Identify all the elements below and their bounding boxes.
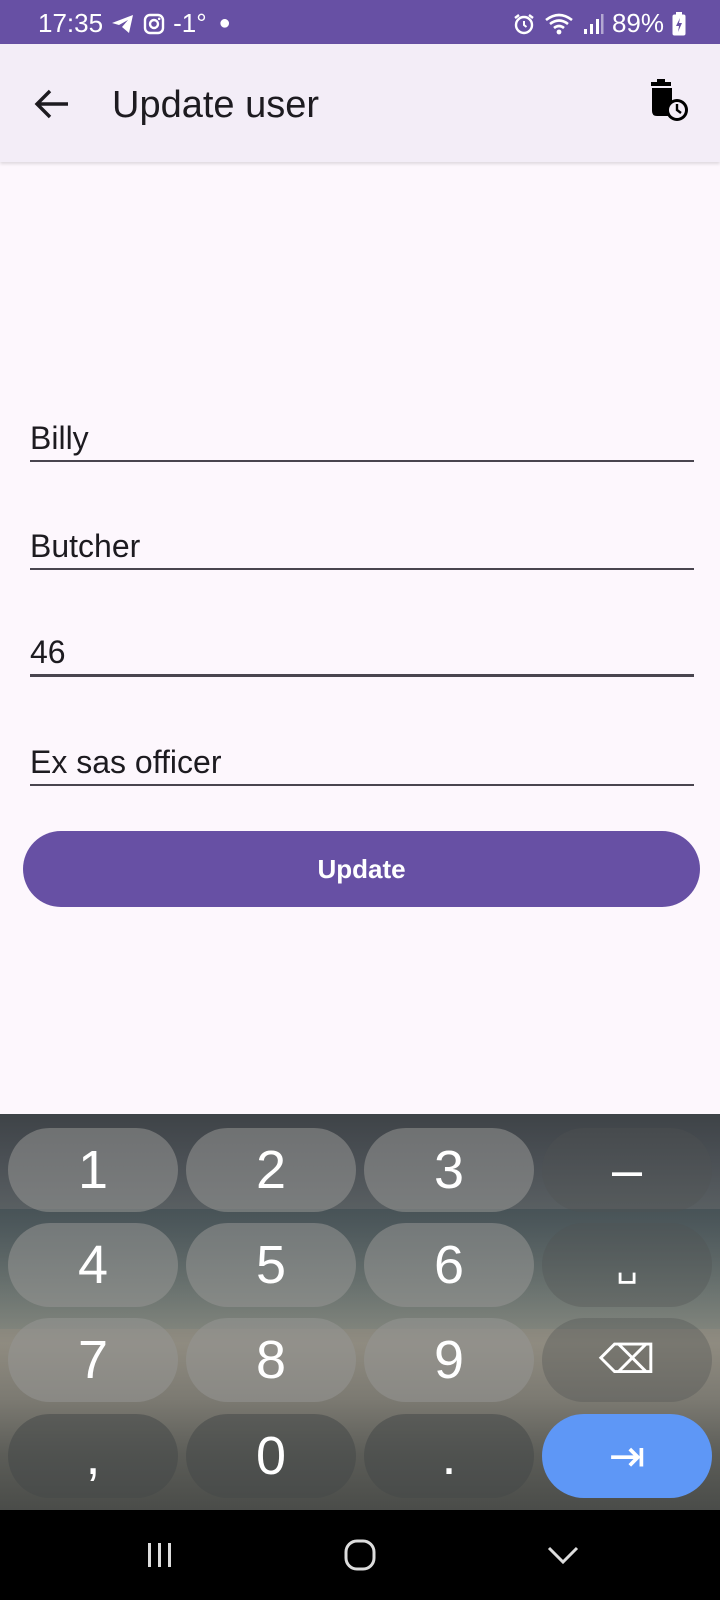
page-title: Update user	[112, 84, 320, 126]
key-period[interactable]: .	[364, 1414, 534, 1498]
key-8[interactable]: 8	[186, 1318, 356, 1402]
delete-clock-icon	[651, 79, 688, 121]
notification-dot-icon: ●	[218, 12, 231, 34]
system-nav-bar	[0, 1510, 720, 1600]
chevron-down-icon	[547, 1546, 579, 1565]
last-name-input[interactable]	[30, 510, 694, 568]
last-name-field[interactable]	[30, 510, 694, 570]
key-next[interactable]: ⇥	[542, 1414, 712, 1498]
top-app-bar: Update user	[0, 44, 720, 162]
telegram-icon	[111, 13, 135, 35]
key-space[interactable]: ␣	[542, 1223, 712, 1307]
alarm-icon	[512, 12, 536, 36]
signal-icon	[582, 13, 604, 35]
home-icon	[344, 1539, 376, 1571]
clock: 17:35	[38, 8, 104, 38]
key-5[interactable]: 5	[186, 1223, 356, 1307]
battery-charging-icon	[672, 11, 686, 36]
key-1[interactable]: 1	[8, 1128, 178, 1212]
key-7[interactable]: 7	[8, 1318, 178, 1402]
first-name-input[interactable]	[30, 402, 694, 460]
recent-apps-button[interactable]	[130, 1530, 190, 1580]
recent-apps-icon	[148, 1543, 171, 1567]
key-comma[interactable]: ,	[8, 1414, 178, 1498]
back-button[interactable]	[26, 78, 78, 130]
key-0[interactable]: 0	[186, 1414, 356, 1498]
occupation-input[interactable]	[30, 726, 694, 784]
key-4[interactable]: 4	[8, 1223, 178, 1307]
key-9[interactable]: 9	[364, 1318, 534, 1402]
arrow-back-icon	[34, 89, 68, 119]
key-2[interactable]: 2	[186, 1128, 356, 1212]
first-name-field[interactable]	[30, 402, 694, 462]
key-6[interactable]: 6	[364, 1223, 534, 1307]
wifi-icon	[544, 12, 574, 36]
age-input[interactable]	[30, 617, 694, 674]
back-nav-button[interactable]	[533, 1530, 593, 1580]
key-minus[interactable]: –	[542, 1128, 712, 1212]
status-bar: 17:35 -1° ● 89%	[0, 0, 720, 44]
home-button[interactable]	[330, 1530, 390, 1580]
update-button[interactable]: Update	[23, 831, 700, 907]
delete-button[interactable]	[640, 74, 696, 130]
instagram-icon	[143, 13, 165, 35]
battery-percent: 89%	[611, 8, 664, 38]
age-field[interactable]	[30, 617, 694, 677]
temperature: -1°	[173, 8, 207, 38]
key-3[interactable]: 3	[364, 1128, 534, 1212]
key-backspace[interactable]: ⌫	[542, 1318, 712, 1402]
numeric-keyboard: 1 2 3 – 4 5 6 ␣ 7 8 9 ⌫ , 0 . ⇥	[0, 1114, 720, 1510]
occupation-field[interactable]	[30, 726, 694, 786]
